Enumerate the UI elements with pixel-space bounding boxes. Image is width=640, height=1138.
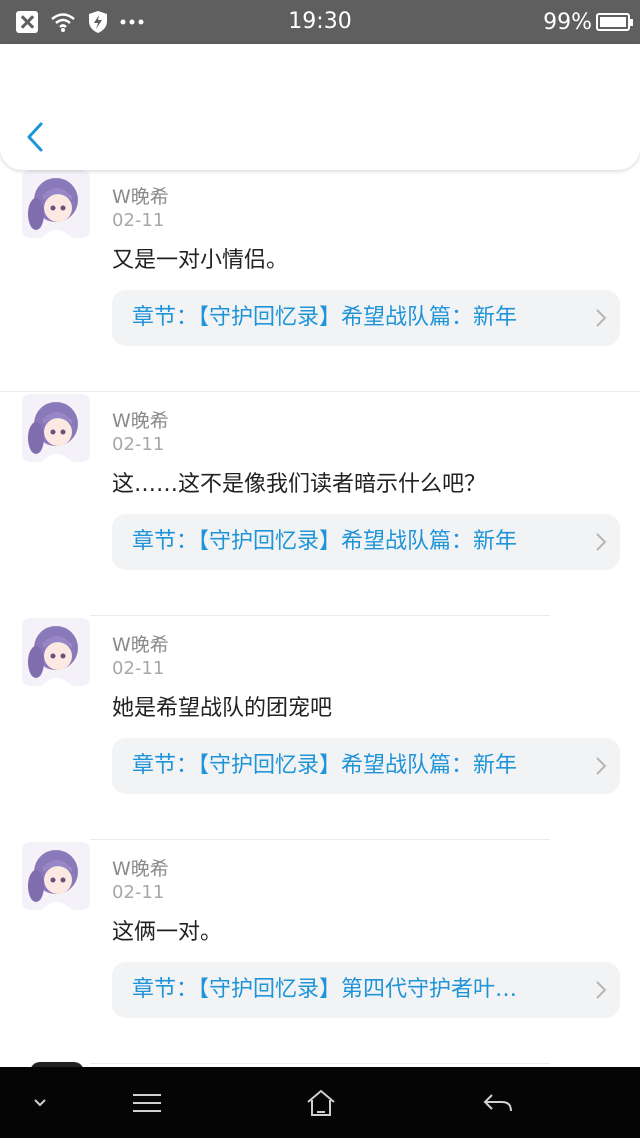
menu-button[interactable] — [124, 1067, 170, 1138]
chapter-link-label: 章节：【守护回忆录】希望战队篇：新年 — [132, 529, 518, 554]
comment-date: 02-11 — [112, 434, 165, 455]
comment-username[interactable]: W晚希 — [112, 854, 169, 881]
divider — [90, 839, 550, 840]
chevron-right-icon — [596, 757, 607, 775]
anime-avatar-image — [22, 394, 90, 462]
comment-date: 02-11 — [112, 658, 165, 679]
divider — [0, 391, 640, 392]
chevron-right-icon — [596, 533, 607, 551]
collapse-chevron-icon — [34, 1098, 46, 1106]
chapter-link-label: 章节：【守护回忆录】希望战队篇：新年 — [132, 753, 518, 778]
comment-text: 这俩一对。 — [112, 920, 223, 945]
chapter-link-label: 章节：【守护回忆录】第四代守护者叶… — [132, 977, 518, 1002]
anime-avatar-image — [22, 842, 90, 910]
comment-date: 02-11 — [112, 210, 165, 231]
comment-list[interactable]: W晚希 02-11 又是一对小情侣。 章节：【守护回忆录】希望战队篇：新年 W晚… — [0, 170, 640, 1067]
comment-item: W晚希 02-11 又是一对小情侣。 章节：【守护回忆录】希望战队篇：新年 — [0, 170, 640, 394]
comment-username[interactable]: W晚希 — [112, 406, 169, 433]
comment-item: W晚希 02-11 这……这不是像我们读者暗示什么吧？ 章节：【守护回忆录】希望… — [0, 394, 640, 618]
status-bar: 19:30 99% — [0, 0, 640, 44]
page-header — [0, 44, 640, 170]
chapter-link-label: 章节：【守护回忆录】希望战队篇：新年 — [132, 305, 518, 330]
comment-username[interactable]: W晚希 — [112, 630, 169, 657]
comment-item: W晚希 02-11 这俩一对。 章节：【守护回忆录】第四代守护者叶… — [0, 842, 640, 1066]
home-icon — [307, 1089, 335, 1116]
collapse-nav-button[interactable] — [18, 1067, 62, 1138]
comment-text: 这……这不是像我们读者暗示什么吧？ — [112, 472, 487, 497]
chapter-link[interactable]: 章节：【守护回忆录】希望战队篇：新年 — [112, 290, 620, 346]
back-button[interactable] — [20, 119, 50, 155]
status-icons-right: 99% — [543, 0, 633, 44]
divider — [90, 615, 550, 616]
back-nav-button[interactable] — [474, 1067, 522, 1138]
comment-item: W晚希 02-11 她是希望战队的团宠吧 章节：【守护回忆录】希望战队篇：新年 — [0, 618, 640, 842]
anime-avatar-image — [22, 170, 90, 238]
battery-percent: 99% — [543, 9, 592, 35]
chevron-right-icon — [596, 981, 607, 999]
chapter-link[interactable]: 章节：【守护回忆录】希望战队篇：新年 — [112, 514, 620, 570]
avatar[interactable] — [22, 170, 90, 238]
chevron-left-icon — [27, 122, 43, 152]
avatar[interactable] — [22, 394, 90, 462]
chapter-link[interactable]: 章节：【守护回忆录】第四代守护者叶… — [112, 962, 620, 1018]
battery-icon — [596, 13, 633, 31]
comment-username[interactable]: W晚希 — [112, 182, 169, 209]
comment-text: 她是希望战队的团宠吧 — [112, 696, 333, 721]
comment-text: 又是一对小情侣。 — [112, 248, 289, 273]
back-arrow-icon — [483, 1093, 512, 1111]
avatar[interactable] — [22, 618, 90, 686]
avatar[interactable] — [22, 842, 90, 910]
chevron-right-icon — [596, 309, 607, 327]
system-nav-bar — [0, 1067, 640, 1138]
battery-level — [600, 17, 626, 27]
chapter-link[interactable]: 章节：【守护回忆录】希望战队篇：新年 — [112, 738, 620, 794]
comment-date: 02-11 — [112, 882, 165, 903]
divider — [90, 1063, 550, 1064]
anime-avatar-image — [22, 618, 90, 686]
menu-icon — [133, 1093, 161, 1112]
home-button[interactable] — [298, 1067, 344, 1138]
